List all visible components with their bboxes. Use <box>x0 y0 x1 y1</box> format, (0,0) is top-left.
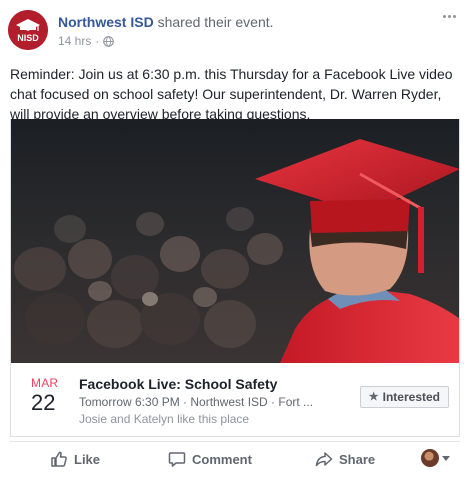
event-details: MAR 22 Facebook Live: School Safety Tomo… <box>11 363 459 436</box>
more-options-icon[interactable] <box>439 8 459 24</box>
event-title-link[interactable]: Facebook Live: School Safety <box>79 375 277 393</box>
interested-label: Interested <box>382 390 440 404</box>
like-button[interactable]: Like <box>50 450 100 468</box>
comment-icon <box>168 452 186 467</box>
page-name-link[interactable]: Northwest ISD <box>58 14 154 30</box>
post-action-bar: Like Comment Share <box>10 441 460 475</box>
caret-down-icon <box>442 455 450 461</box>
post-header: NISD Northwest ISD shared their event. 1… <box>0 0 469 60</box>
event-cover-image[interactable] <box>10 119 460 363</box>
post-message: Reminder: Join us at 6:30 p.m. this Thur… <box>10 66 453 122</box>
share-button[interactable]: Share <box>315 450 375 468</box>
comment-label: Comment <box>192 451 252 467</box>
react-as-selector[interactable] <box>421 449 450 467</box>
share-label: Share <box>339 451 376 467</box>
post-author-line: Northwest ISD shared their event. <box>58 13 274 31</box>
event-day: 22 <box>31 390 56 415</box>
event-month: MAR <box>31 376 59 390</box>
post-timestamp[interactable]: 14 hrs <box>58 33 91 49</box>
post-meta: 14 hrs · <box>58 33 115 49</box>
globe-icon[interactable] <box>103 35 115 47</box>
avatar-text: NISD <box>17 33 39 43</box>
like-label: Like <box>74 451 101 467</box>
more-dot <box>442 14 446 18</box>
more-dot <box>452 14 456 18</box>
interested-button[interactable]: ★ Interested <box>359 386 449 408</box>
thumbs-up-icon <box>51 451 67 467</box>
page-avatar[interactable]: NISD <box>8 10 48 50</box>
share-arrow-icon <box>315 452 333 467</box>
meta-separator: · <box>95 34 100 48</box>
event-time-location: Tomorrow 6:30 PM · Northwest ISD · Fort … <box>79 395 314 409</box>
more-dot <box>447 14 451 18</box>
event-social-context: Josie and Katelyn like this place <box>79 412 250 426</box>
viewer-avatar <box>421 449 439 467</box>
event-card[interactable]: MAR 22 Facebook Live: School Safety Tomo… <box>10 119 460 437</box>
star-icon: ★ <box>368 391 379 403</box>
shared-event-text: shared their event. <box>157 14 274 30</box>
comment-button[interactable]: Comment <box>168 450 252 468</box>
